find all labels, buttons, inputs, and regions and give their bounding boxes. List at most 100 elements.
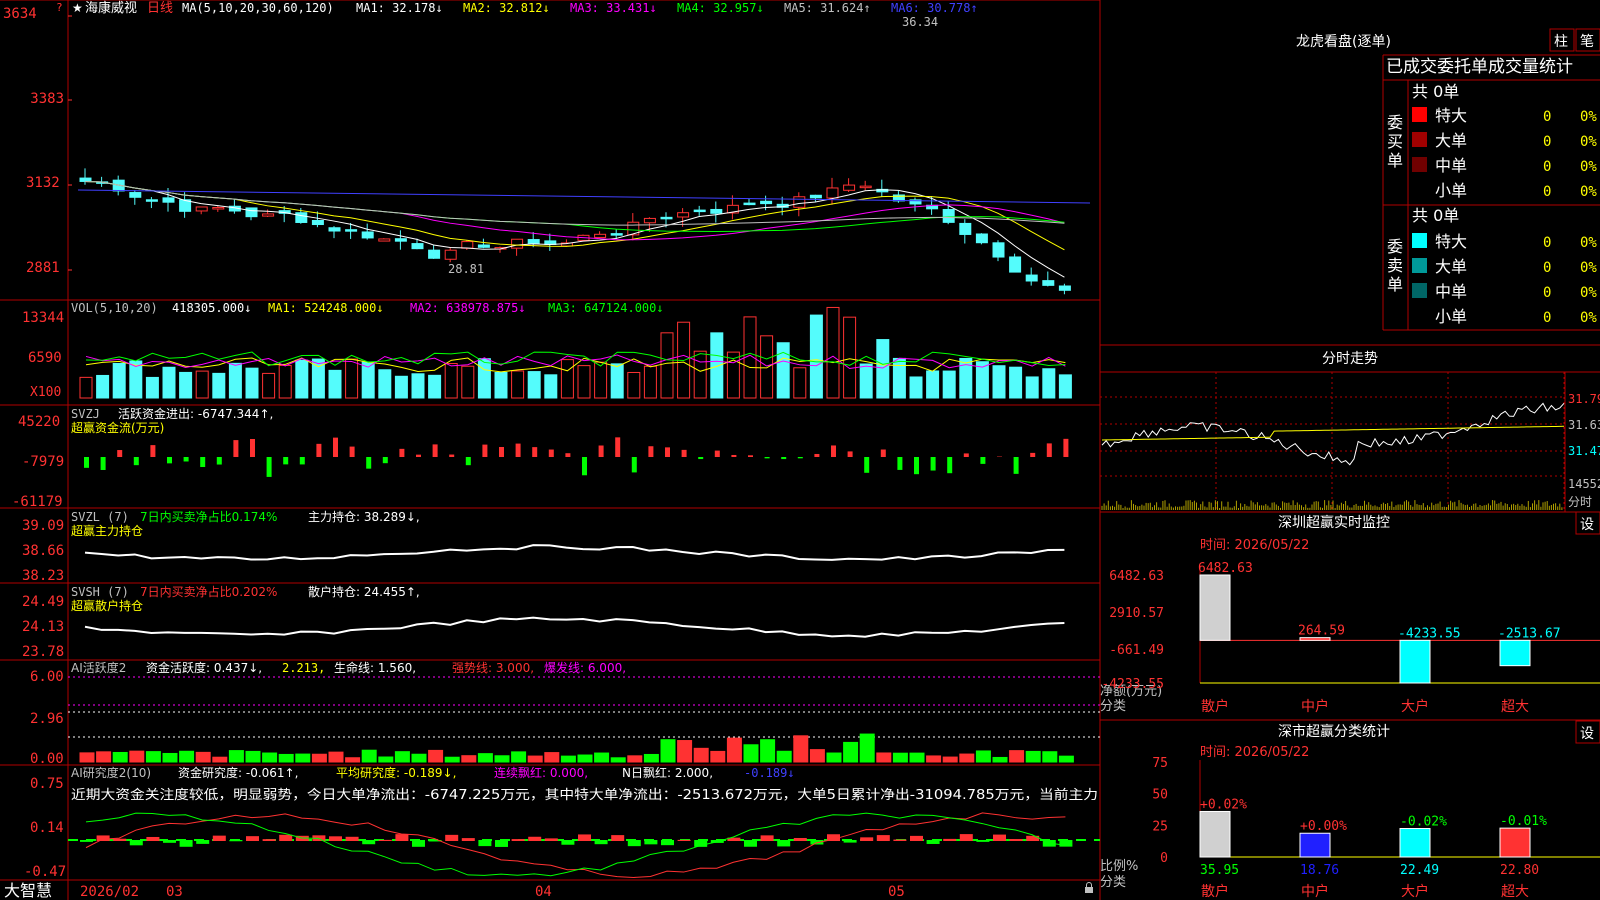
- volume-bar: [278, 364, 292, 399]
- air-bar: [362, 840, 376, 845]
- svzj-bar: [831, 445, 836, 457]
- price-tick-3: 3132: [26, 175, 60, 191]
- stats-change-label: -0.01%: [1500, 814, 1547, 829]
- ai2-bar: [179, 750, 195, 763]
- pen-mode-label: 笔: [1580, 34, 1594, 50]
- svzj-bar: [299, 457, 305, 465]
- lock-icon[interactable]: [1085, 882, 1093, 894]
- monitor-tick: 6482.63: [1109, 569, 1164, 584]
- volume-bar: [1058, 374, 1072, 399]
- intraday-tick-1: 31.79: [1568, 392, 1600, 406]
- svzj-bar: [797, 457, 803, 459]
- air-bar: [1009, 839, 1023, 841]
- volume-bars[interactable]: [79, 306, 1072, 399]
- intraday-price-line: [1101, 402, 1565, 466]
- ai2-bar: [428, 749, 444, 763]
- stats-bars[interactable]: [1199, 760, 1600, 858]
- monitor-bars[interactable]: [1199, 565, 1600, 684]
- stats-category-label: 中户: [1301, 883, 1329, 900]
- buy-row-count: 0: [1543, 184, 1551, 200]
- candle-body: [1009, 256, 1022, 273]
- svsh-tick-2: 24.13: [22, 619, 64, 635]
- favorite-star-icon[interactable]: ★: [72, 1, 83, 15]
- period-label[interactable]: 日线: [147, 1, 173, 16]
- ai-research-bars[interactable]: [80, 812, 1073, 878]
- candle-body: [942, 209, 955, 223]
- panel-frames: [0, 0, 1600, 900]
- sell-row-pct: 0%: [1580, 310, 1597, 326]
- svzj-bar: [250, 439, 255, 457]
- air-bar: [129, 840, 143, 846]
- stats-tick: 0: [1160, 851, 1168, 866]
- date-label-4: 05: [888, 884, 905, 900]
- stats-change-label: -0.02%: [1400, 815, 1447, 830]
- ai2-bar: [394, 751, 410, 763]
- stats-category-label: 超大: [1501, 884, 1529, 900]
- buy-row-name: 小单: [1435, 181, 1467, 200]
- volume-bar: [477, 358, 491, 399]
- buy-side-char: 委: [1387, 113, 1403, 132]
- svzj-bar: [1046, 443, 1052, 457]
- svzj-spec: SVZJ: [71, 407, 100, 421]
- ai2-bar: [212, 756, 228, 763]
- svzj-bar: [864, 457, 870, 473]
- volume-bar: [494, 371, 508, 399]
- candle-body: [643, 217, 656, 224]
- svzj-bar: [930, 457, 936, 471]
- svzj-bar: [631, 457, 637, 473]
- svzj-sub: 超赢资金流(万元): [71, 420, 164, 435]
- air-bar: [760, 835, 774, 841]
- candle-body: [1042, 280, 1055, 286]
- ai2-bar: [544, 752, 560, 763]
- air-bar: [461, 838, 475, 841]
- svzl-spec: SVZL (7): [71, 510, 129, 524]
- svzj-bar: [897, 457, 903, 470]
- ai2-bar: [162, 752, 178, 763]
- volume-bar: [560, 359, 574, 399]
- air-tick-3: -0.47: [24, 864, 66, 880]
- candle-body: [743, 202, 756, 206]
- ai2-bar: [876, 752, 892, 763]
- stats-tick: 50: [1152, 788, 1168, 803]
- svzj-bars[interactable]: [84, 437, 1069, 477]
- stats-tick: 25: [1152, 819, 1168, 834]
- volume-bar: [610, 363, 624, 399]
- svzj-bar: [714, 450, 720, 457]
- sell-row-swatch: [1412, 233, 1427, 248]
- stats-settings-label: 设: [1580, 726, 1594, 742]
- candle-body: [511, 238, 524, 249]
- candle-body: [843, 184, 856, 191]
- volume-bar: [809, 314, 823, 399]
- candlestick-series[interactable]: [79, 168, 1071, 295]
- sell-row-count: 0: [1543, 285, 1551, 301]
- ma-spec: MA(5,10,20,30,60,120): [182, 1, 334, 15]
- svzj-bar: [133, 457, 139, 466]
- svzj-bar: [648, 446, 654, 457]
- svzj-bar: [731, 454, 737, 457]
- candle-body: [295, 212, 308, 223]
- svsh-label-b: 散户持仓: 24.455↑,: [308, 584, 420, 599]
- monitor-ticks: 6482.63 2910.57 -661.49 -4233.55: [1101, 569, 1164, 692]
- intraday-vol-label: 分时: [1568, 495, 1592, 509]
- price-tick-2: 3383: [30, 91, 64, 107]
- volume-bar: [627, 371, 641, 399]
- svzj-bar: [681, 449, 687, 457]
- high-annotation: 36.34: [902, 15, 938, 29]
- volume-bar: [162, 366, 176, 399]
- svzj-bar: [399, 448, 405, 457]
- volume-bar: [826, 306, 840, 399]
- air-bar: [511, 839, 525, 841]
- volume-bar: [328, 369, 342, 399]
- candle-body: [1058, 285, 1071, 291]
- svzj-bar: [914, 457, 919, 475]
- svsh-line: [84, 616, 1065, 638]
- ai2-bar: [361, 749, 377, 763]
- sell-row-pct: 0%: [1580, 260, 1597, 276]
- sell-row-name: 中单: [1435, 282, 1467, 301]
- ma3-value: MA3: 33.431↓: [570, 1, 657, 15]
- ai-activity-bars[interactable]: [79, 733, 1074, 763]
- air-bar: [1026, 835, 1040, 841]
- lhb-subtitle: 已成交委托单成交量统计: [1386, 57, 1573, 77]
- moving-average-lines: [77, 180, 1091, 278]
- svzj-bar: [316, 443, 322, 457]
